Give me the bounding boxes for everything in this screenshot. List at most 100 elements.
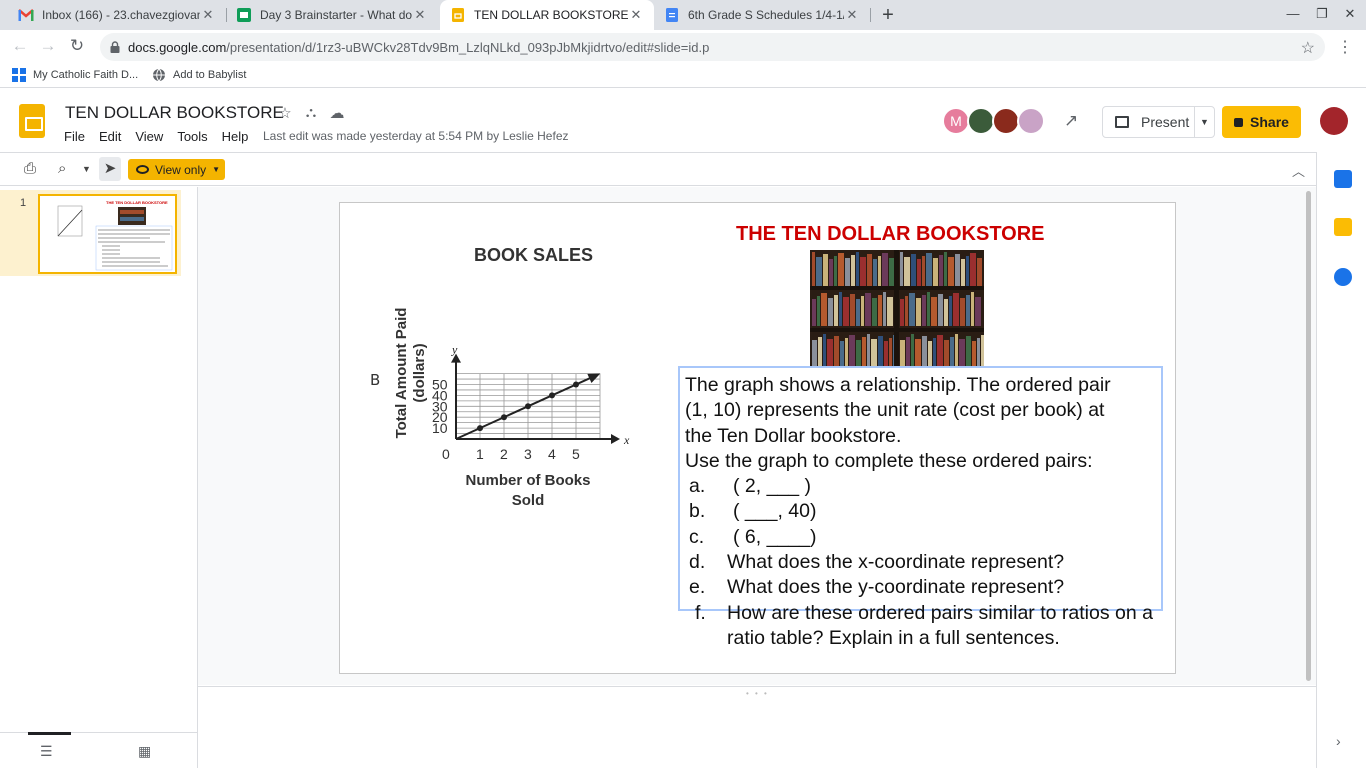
close-icon[interactable]: ✕ [200, 7, 216, 23]
menu-help[interactable]: Help [222, 129, 249, 144]
y-tick-label: 50 [432, 377, 448, 393]
chevron-right-icon[interactable]: › [1336, 733, 1341, 749]
resize-handle[interactable]: • • • [746, 689, 769, 698]
slide-thumbnail[interactable]: THE TEN DOLLAR BOOKSTORE [38, 194, 177, 274]
book-spine [911, 334, 914, 367]
menu-edit[interactable]: Edit [99, 129, 121, 144]
gmail-icon [18, 9, 34, 21]
reload-icon[interactable]: ↻ [66, 35, 88, 57]
book-spine [867, 254, 872, 286]
book-spine [928, 341, 932, 367]
avatar[interactable] [992, 107, 1020, 135]
view-only-button[interactable]: View only ▼ [128, 159, 225, 180]
avatar[interactable] [967, 107, 995, 135]
back-arrow-icon[interactable]: ← [9, 35, 31, 57]
book-spine [839, 292, 842, 326]
book-spine [872, 298, 877, 326]
present-button[interactable]: Present ▼ [1102, 106, 1215, 138]
grid-view-icon[interactable]: ▦ [138, 743, 151, 760]
star-icon[interactable]: ☆ [276, 104, 294, 122]
book-spine [944, 252, 947, 286]
book-spine [955, 334, 958, 367]
tasks-icon[interactable] [1334, 268, 1352, 286]
tab-brainstarter[interactable]: Day 3 Brainstarter - What do gra ✕ [226, 0, 438, 30]
question-item: a. ( 2, ___ ) [685, 474, 1165, 499]
slides-logo[interactable] [19, 104, 45, 138]
question-letter: b. [689, 500, 706, 523]
book-spine [845, 338, 848, 367]
last-edit-link[interactable]: Last edit was made yesterday at 5:54 PM … [263, 129, 569, 143]
book-spine [829, 259, 833, 286]
book-spine [905, 296, 908, 326]
book-spine [931, 297, 937, 326]
book-spine [834, 256, 837, 286]
select-pointer-icon[interactable]: ➤ [99, 157, 121, 181]
new-tab-button[interactable]: + [878, 4, 898, 27]
bookmark-item[interactable]: My Catholic Faith D... [12, 68, 138, 82]
keep-icon[interactable] [1334, 218, 1352, 236]
book-spine [821, 293, 827, 326]
question-item: d. What does the x-coordinate represent? [685, 550, 1165, 575]
close-icon[interactable]: ✕ [844, 7, 860, 23]
browser-menu-icon[interactable]: ⋮ [1337, 37, 1353, 57]
avatar[interactable]: M [942, 107, 970, 135]
tab-ten-dollar-bookstore[interactable]: TEN DOLLAR BOOKSTORE - Goo ✕ [440, 0, 654, 30]
activity-dashboard-icon[interactable]: ↗ [1064, 111, 1078, 131]
vertical-scrollbar[interactable] [1306, 191, 1311, 681]
chevron-down-icon[interactable]: ▼ [1194, 107, 1214, 137]
slide-number: 1 [20, 197, 27, 209]
cloud-status-icon[interactable]: ☁ [328, 104, 346, 122]
menu-view[interactable]: View [135, 129, 163, 144]
close-window-icon[interactable]: ✕ [1340, 6, 1360, 22]
book-spine [904, 257, 910, 286]
move-to-folder-icon[interactable]: ⛬ [302, 104, 320, 122]
bookmark-star-icon[interactable]: ☆ [1301, 38, 1315, 58]
book-spine [911, 254, 916, 286]
menu-file[interactable]: File [64, 129, 85, 144]
view-only-label: View only [155, 162, 207, 177]
book-spine [933, 338, 936, 367]
chevron-up-icon[interactable]: ︿ [1292, 161, 1305, 180]
forward-arrow-icon[interactable]: → [37, 35, 59, 57]
close-icon[interactable]: ✕ [628, 7, 644, 23]
book-sales-chart: xyBOOK SALES0 1 2 3 4 51020304050Number of Bo… [393, 245, 630, 509]
tab-6th-grade-schedules[interactable]: 6th Grade S Schedules 1/4-1/8 - ✕ [654, 0, 870, 30]
book-spine [981, 335, 984, 367]
speaker-notes-area[interactable]: • • • [198, 686, 1316, 768]
slide-thumbnail-item[interactable]: 1 THE TEN DOLLAR BOOKSTORE [0, 190, 181, 276]
print-icon[interactable]: ⎙ [24, 160, 36, 177]
calendar-icon[interactable] [1334, 170, 1352, 188]
x-axis-letter: x [623, 433, 630, 447]
restore-icon[interactable]: ❐ [1312, 6, 1332, 22]
chevron-down-icon[interactable]: ▼ [82, 164, 91, 174]
book-spine [977, 258, 982, 286]
address-bar[interactable]: docs.google.com/presentation/d/1rz3-uBWC… [100, 33, 1325, 61]
tab-title: 6th Grade S Schedules 1/4-1/8 - [688, 8, 844, 22]
bookshelf-image [810, 250, 984, 367]
user-avatar[interactable] [1320, 107, 1348, 135]
bookmark-label: My Catholic Faith D... [33, 69, 139, 81]
book-spine [939, 255, 943, 286]
menu-tools[interactable]: Tools [177, 129, 207, 144]
zoom-icon[interactable]: ⌕ [58, 160, 66, 177]
list-view-icon[interactable]: ☰ [40, 743, 53, 760]
close-icon[interactable]: ✕ [412, 7, 428, 23]
bookmark-item[interactable]: Add to Babylist [152, 68, 246, 82]
intro-line: (1, 10) represents the unit rate (cost p… [685, 399, 1105, 422]
book-spine [955, 254, 960, 286]
document-title[interactable]: TEN DOLLAR BOOKSTORE [65, 103, 284, 123]
book-spine [860, 257, 866, 286]
avatar[interactable] [1017, 107, 1045, 135]
book-spine [966, 256, 969, 286]
x-tick-label: 1 [476, 446, 484, 462]
book-spine [953, 293, 959, 326]
book-spine [900, 340, 905, 367]
book-spine [861, 296, 864, 326]
minimize-icon[interactable]: — [1283, 6, 1303, 21]
share-button[interactable]: Share [1222, 106, 1301, 138]
book-spine [834, 295, 838, 326]
question-text-c: ( 6, ____) [733, 525, 817, 548]
tab-gmail[interactable]: Inbox (166) - 23.chavezgiovany@ ✕ [8, 0, 226, 30]
side-panel [1316, 152, 1366, 768]
filmstrip: 1 THE TEN DOLLAR BOOKSTORE ☰ ▦ [0, 187, 198, 768]
